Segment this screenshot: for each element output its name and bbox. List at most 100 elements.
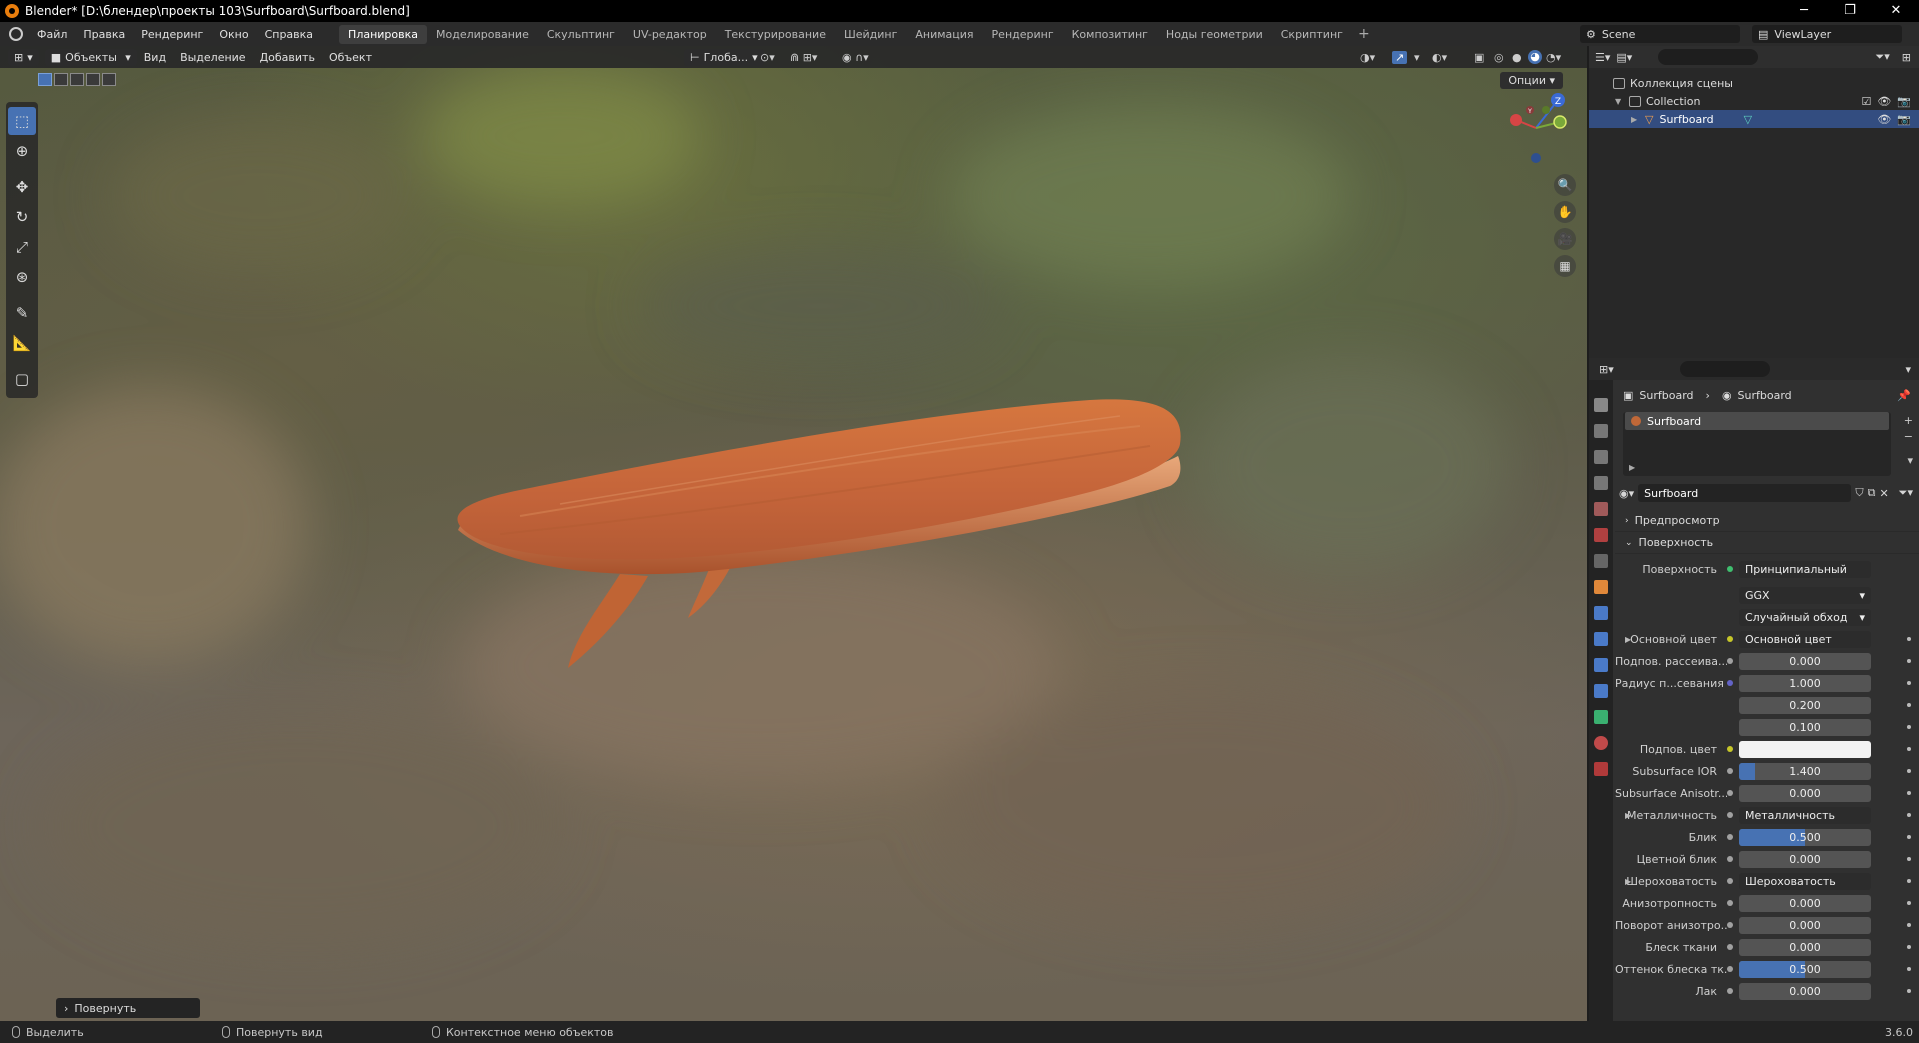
unlink-material-icon[interactable]: ✕ <box>1879 487 1888 500</box>
tool-tab-icon[interactable] <box>1594 398 1608 412</box>
value-slider[interactable]: 0.000 <box>1739 784 1871 802</box>
value-slider[interactable]: 0.100 <box>1739 718 1871 736</box>
zoom-view-icon[interactable]: 🔍 <box>1554 174 1576 196</box>
tab-rendering[interactable]: Рендеринг <box>983 25 1063 44</box>
input-socket-icon[interactable] <box>1727 966 1733 972</box>
preview-section-header[interactable]: › Предпросмотр <box>1615 510 1919 532</box>
display-mode-icon[interactable]: ▤▾ <box>1616 51 1632 64</box>
view-layer-selector[interactable]: ▤ ViewLayer <box>1752 25 1902 43</box>
value-slider[interactable]: 1.400 <box>1739 762 1871 780</box>
value-slider[interactable]: 0.500 <box>1739 828 1871 846</box>
solid-shading-icon[interactable]: ● <box>1512 51 1522 64</box>
collection-tab-icon[interactable] <box>1594 554 1608 568</box>
value-slider[interactable]: 0.000 <box>1739 982 1871 1000</box>
input-socket-icon[interactable] <box>1727 922 1733 928</box>
scene-selector[interactable]: ⚙ Scene <box>1580 25 1740 43</box>
physics-tab-icon[interactable] <box>1594 658 1608 672</box>
material-name-field[interactable]: Surfboard <box>1638 484 1852 502</box>
perspective-toggle-icon[interactable]: ▦ <box>1554 255 1576 277</box>
properties-search-input[interactable] <box>1679 361 1770 377</box>
add-slot-button[interactable]: + <box>1904 414 1913 427</box>
view-layer-tab-icon[interactable] <box>1594 476 1608 490</box>
tab-shading[interactable]: Шейдинг <box>835 25 906 44</box>
visibility-icon[interactable]: ◑▾ <box>1360 51 1375 64</box>
animate-property-icon[interactable] <box>1907 769 1911 773</box>
scene-tab-icon[interactable] <box>1594 502 1608 516</box>
color-swatch[interactable] <box>1739 740 1871 758</box>
collection-eye-icon[interactable]: 👁 <box>1877 95 1891 108</box>
scale-tool-icon[interactable]: ⤢ <box>8 233 36 261</box>
overlays-icon[interactable]: ◐▾ <box>1432 51 1447 64</box>
editor-type-dropdown[interactable]: ⊞ ▾ <box>8 48 39 66</box>
animate-property-icon[interactable] <box>1907 813 1911 817</box>
gizmo-neg-z[interactable] <box>1531 153 1541 163</box>
linked-input-field[interactable]: Шероховатость <box>1739 872 1871 890</box>
menu-edit[interactable]: Правка <box>75 28 133 41</box>
mode-dropdown[interactable]: ■ Объекты ▾ <box>44 48 137 66</box>
minimize-button[interactable]: ─ <box>1781 0 1827 22</box>
gizmo-dropdown-icon[interactable]: ▾ <box>1414 51 1420 64</box>
outliner-collection[interactable]: ▼ Collection ☑ 👁 📷 <box>1589 92 1919 110</box>
linked-input-field[interactable]: Металличность <box>1739 806 1871 824</box>
texture-tab-icon[interactable] <box>1594 762 1608 776</box>
modifier-tab-icon[interactable] <box>1594 606 1608 620</box>
input-socket-icon[interactable] <box>1727 944 1733 950</box>
wireframe-shading-icon[interactable]: ◎ <box>1494 51 1504 64</box>
select-box-tool-icon[interactable]: ⬚ <box>8 107 36 135</box>
add-cube-tool-icon[interactable]: ▢ <box>8 365 36 393</box>
last-operator-panel[interactable]: › Повернуть <box>56 998 200 1018</box>
transform-orientation-dropdown[interactable]: ⊢ Глоба... ▾ <box>684 48 764 66</box>
navigation-gizmo[interactable]: Z Y <box>1500 86 1572 166</box>
new-collection-icon[interactable]: ⊞ <box>1902 51 1911 64</box>
tab-texture-paint[interactable]: Текстурирование <box>716 25 835 44</box>
properties-options-icon[interactable]: ▾ <box>1905 363 1911 376</box>
surface-section-header[interactable]: ⌄ Поверхность <box>1615 532 1919 554</box>
menu-add[interactable]: Добавить <box>253 51 322 64</box>
animate-property-icon[interactable] <box>1907 835 1911 839</box>
object-expand-icon[interactable]: ▶ <box>1631 115 1645 124</box>
input-socket-icon[interactable] <box>1727 878 1733 884</box>
browse-material-icon[interactable]: ◉▾ <box>1619 487 1634 500</box>
gizmo-x-axis[interactable] <box>1510 114 1522 126</box>
menu-file[interactable]: Файл <box>29 28 75 41</box>
select-new-icon[interactable] <box>38 73 52 86</box>
rotate-tool-icon[interactable]: ↻ <box>8 203 36 231</box>
outliner-editor-type-icon[interactable]: ☰▾ <box>1595 51 1610 64</box>
output-tab-icon[interactable] <box>1594 450 1608 464</box>
snap-icon[interactable]: ⋒ ⊞▾ <box>790 51 817 64</box>
animate-property-icon[interactable] <box>1907 857 1911 861</box>
value-slider[interactable]: 0.000 <box>1739 850 1871 868</box>
cursor-tool-icon[interactable]: ⊕ <box>8 137 36 165</box>
distribution-dropdown[interactable]: GGX ▾ <box>1739 586 1871 604</box>
animate-property-icon[interactable] <box>1907 967 1911 971</box>
tab-sculpting[interactable]: Скульптинг <box>538 25 624 44</box>
input-socket-icon[interactable] <box>1727 636 1733 642</box>
select-difference-icon[interactable] <box>86 73 100 86</box>
value-slider[interactable]: 0.000 <box>1739 938 1871 956</box>
close-button[interactable]: ✕ <box>1873 0 1919 22</box>
input-socket-icon[interactable] <box>1727 812 1733 818</box>
menu-object[interactable]: Объект <box>322 51 379 64</box>
input-socket-icon[interactable] <box>1727 834 1733 840</box>
particles-tab-icon[interactable] <box>1594 632 1608 646</box>
constraints-tab-icon[interactable] <box>1594 684 1608 698</box>
animate-property-icon[interactable] <box>1907 879 1911 883</box>
value-slider[interactable]: 0.200 <box>1739 696 1871 714</box>
blender-menu-icon[interactable] <box>9 27 23 41</box>
object-camera-icon[interactable]: 📷 <box>1897 113 1911 126</box>
input-socket-icon[interactable] <box>1727 680 1733 686</box>
mesh-data-icon[interactable]: ▽ <box>1744 113 1752 126</box>
duplicate-material-icon[interactable]: ⧉ <box>1868 486 1876 500</box>
gizmo-y-axis[interactable] <box>1553 115 1567 129</box>
menu-view[interactable]: Вид <box>137 51 173 64</box>
expand-input-icon[interactable]: ▶ <box>1625 635 1631 644</box>
xray-icon[interactable]: ▣ <box>1474 51 1484 64</box>
animate-property-icon[interactable] <box>1907 989 1911 993</box>
animate-property-icon[interactable] <box>1907 747 1911 751</box>
camera-view-icon[interactable]: 🎥 <box>1554 228 1576 250</box>
proportional-edit-icon[interactable]: ◉ ∩▾ <box>842 51 869 64</box>
tab-geometry-nodes[interactable]: Ноды геометрии <box>1157 25 1272 44</box>
menu-select[interactable]: Выделение <box>173 51 253 64</box>
material-slot-row[interactable]: Surfboard <box>1625 412 1889 430</box>
pivot-icon[interactable]: ⊙▾ <box>760 51 775 64</box>
